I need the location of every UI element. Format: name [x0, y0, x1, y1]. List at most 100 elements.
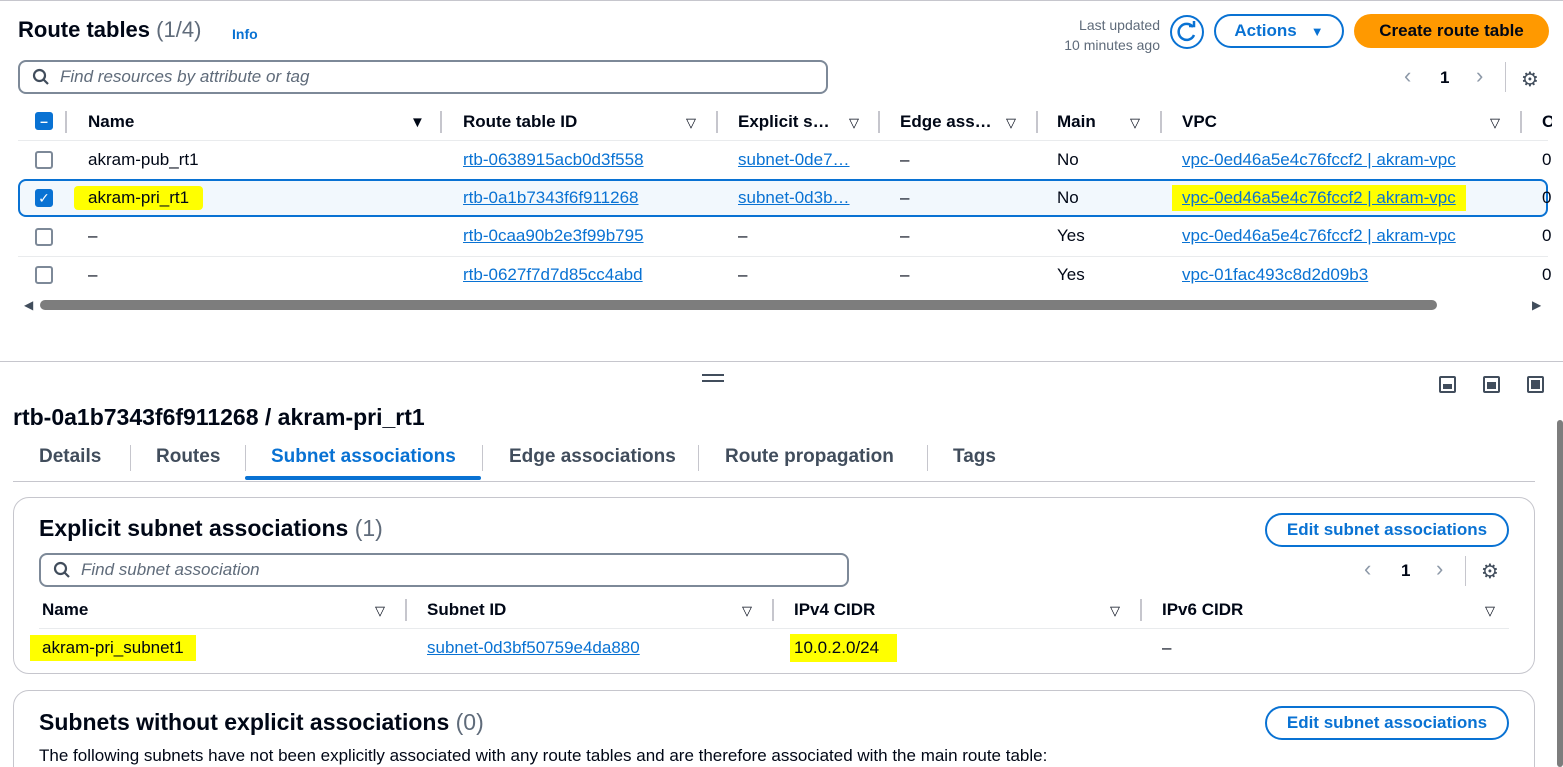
- vertical-scrollbar-thumb[interactable]: [1557, 420, 1563, 767]
- header-divider: [772, 599, 774, 621]
- sort-icon[interactable]: ▽: [375, 603, 385, 619]
- explicit-subnet-link[interactable]: subnet-0de7…: [738, 150, 850, 170]
- col-header-explicit-subnet[interactable]: Explicit s…: [738, 112, 830, 132]
- info-link[interactable]: Info: [232, 26, 258, 42]
- col-header-owner[interactable]: O: [1542, 112, 1552, 132]
- owner-value: 0: [1542, 150, 1552, 169]
- row-checkbox[interactable]: [35, 228, 53, 246]
- edge-associations-value: –: [900, 226, 910, 245]
- sort-icon[interactable]: ▽: [1006, 115, 1016, 131]
- scroll-left-icon[interactable]: ◀: [24, 298, 33, 312]
- vpc-link[interactable]: vpc-0ed46a5e4c76fccf2 | akram-vpc: [1172, 185, 1466, 211]
- route-table-id-link[interactable]: rtb-0caa90b2e3f99b795: [463, 226, 644, 246]
- sort-icon[interactable]: ▽: [1130, 115, 1140, 131]
- tab-subnet-associations[interactable]: Subnet associations: [271, 446, 456, 468]
- tab-edge-associations[interactable]: Edge associations: [509, 446, 676, 468]
- edit-subnet-associations-button[interactable]: Edit subnet associations: [1265, 706, 1509, 740]
- route-table-id-link[interactable]: rtb-0627f7d7d85cc4abd: [463, 265, 643, 285]
- scroll-right-icon[interactable]: ▶: [1532, 298, 1541, 312]
- create-route-table-button[interactable]: Create route table: [1354, 14, 1549, 48]
- header-divider: [1520, 111, 1522, 133]
- tab-details[interactable]: Details: [39, 446, 101, 468]
- actions-label: Actions: [1234, 21, 1297, 40]
- panel-full-icon[interactable]: [1527, 376, 1544, 393]
- subnet-id-link[interactable]: subnet-0d3bf50759e4da880: [427, 638, 640, 658]
- pager-divider: [1505, 62, 1506, 92]
- caret-down-icon: ▼: [1310, 23, 1324, 39]
- route-table-id-link[interactable]: rtb-0a1b7343f6f911268: [463, 188, 639, 208]
- settings-gear-icon[interactable]: ⚙: [1481, 559, 1499, 584]
- next-page-icon[interactable]: ›: [1476, 63, 1483, 89]
- sort-icon[interactable]: ▽: [686, 115, 696, 131]
- explicit-title-text: Explicit subnet associations: [39, 515, 349, 541]
- explicit-associations-title: Explicit subnet associations (1): [39, 515, 383, 542]
- edit-subnet-associations-button[interactable]: Edit subnet associations: [1265, 513, 1509, 547]
- vpc-link[interactable]: vpc-01fac493c8d2d09b3: [1182, 265, 1368, 285]
- subnet-name: akram-pri_subnet1: [30, 635, 196, 661]
- header-divider: [440, 111, 442, 133]
- without-associations-title: Subnets without explicit associations (0…: [39, 709, 484, 736]
- last-updated-label: Last updated: [1079, 17, 1160, 33]
- horizontal-scrollbar-thumb[interactable]: [40, 300, 1437, 310]
- drag-handle-icon[interactable]: [702, 374, 724, 382]
- tab-routes[interactable]: Routes: [156, 446, 220, 468]
- col-header-route-table-id[interactable]: Route table ID: [463, 112, 577, 132]
- header-divider: [1160, 111, 1162, 133]
- row-checkbox-checked[interactable]: ✓: [35, 189, 53, 207]
- col-header-ipv6-cidr[interactable]: IPv6 CIDR: [1162, 600, 1243, 620]
- last-updated-value: 10 minutes ago: [1064, 37, 1160, 53]
- actions-button[interactable]: Actions ▼: [1214, 14, 1344, 48]
- sort-icon[interactable]: ▽: [1490, 115, 1500, 131]
- detail-heading: rtb-0a1b7343f6f911268 / akram-pri_rt1: [13, 404, 425, 430]
- row-checkbox[interactable]: [35, 151, 53, 169]
- sort-icon[interactable]: ▽: [742, 603, 752, 619]
- edge-associations-value: –: [900, 188, 910, 207]
- col-header-name[interactable]: Name: [42, 600, 88, 620]
- without-count: (0): [455, 709, 484, 735]
- sort-icon[interactable]: ▽: [1110, 603, 1120, 619]
- route-tables-search[interactable]: Find resources by attribute or tag: [18, 60, 828, 94]
- vpc-link[interactable]: vpc-0ed46a5e4c76fccf2 | akram-vpc: [1182, 226, 1456, 246]
- tab-tags[interactable]: Tags: [953, 446, 996, 468]
- main-value: No: [1057, 188, 1079, 207]
- split-panel-divider: [0, 361, 1563, 362]
- sort-icon[interactable]: ▽: [1485, 603, 1495, 619]
- route-tables-panel: Route tables (1/4) Info Last updated 10 …: [0, 0, 1563, 360]
- edge-associations-value: –: [900, 150, 910, 169]
- refresh-button[interactable]: [1170, 15, 1204, 49]
- row-separator: [18, 256, 1548, 257]
- col-header-name[interactable]: Name: [88, 112, 134, 132]
- sort-desc-icon[interactable]: ▼: [410, 114, 425, 131]
- col-header-subnet-id[interactable]: Subnet ID: [427, 600, 506, 620]
- explicit-count: (1): [354, 515, 383, 541]
- panel-bottom-icon[interactable]: [1439, 376, 1456, 393]
- page-number[interactable]: 1: [1440, 68, 1449, 88]
- tab-divider: [130, 445, 131, 471]
- explicit-subnet-link[interactable]: subnet-0d3b…: [738, 188, 850, 208]
- next-page-icon[interactable]: ›: [1436, 556, 1443, 582]
- without-title-text: Subnets without explicit associations: [39, 709, 450, 735]
- col-header-vpc[interactable]: VPC: [1182, 112, 1217, 132]
- row-name: –: [88, 265, 98, 284]
- subnet-association-search[interactable]: Find subnet association: [39, 553, 849, 587]
- sort-icon[interactable]: ▽: [849, 115, 859, 131]
- header-divider: [65, 111, 67, 133]
- prev-page-icon[interactable]: ‹: [1404, 63, 1411, 89]
- prev-page-icon[interactable]: ‹: [1364, 556, 1371, 582]
- route-table-id-link[interactable]: rtb-0638915acb0d3f558: [463, 150, 644, 170]
- select-all-checkbox[interactable]: –: [35, 112, 53, 130]
- edge-associations-value: –: [900, 265, 910, 284]
- settings-gear-icon[interactable]: ⚙: [1521, 67, 1539, 92]
- row-checkbox[interactable]: [35, 266, 53, 284]
- refresh-icon: [1177, 21, 1196, 42]
- col-header-edge-associations[interactable]: Edge ass…: [900, 112, 992, 132]
- tab-route-propagation[interactable]: Route propagation: [725, 446, 894, 468]
- col-header-main[interactable]: Main: [1057, 112, 1096, 132]
- selection-count: (1/4): [156, 17, 202, 42]
- active-tab-indicator: [245, 476, 481, 480]
- page-number[interactable]: 1: [1401, 561, 1410, 581]
- vpc-link[interactable]: vpc-0ed46a5e4c76fccf2 | akram-vpc: [1182, 150, 1456, 170]
- col-header-ipv4-cidr[interactable]: IPv4 CIDR: [794, 600, 875, 620]
- panel-side-icon[interactable]: [1483, 376, 1500, 393]
- pager-divider: [1465, 556, 1466, 586]
